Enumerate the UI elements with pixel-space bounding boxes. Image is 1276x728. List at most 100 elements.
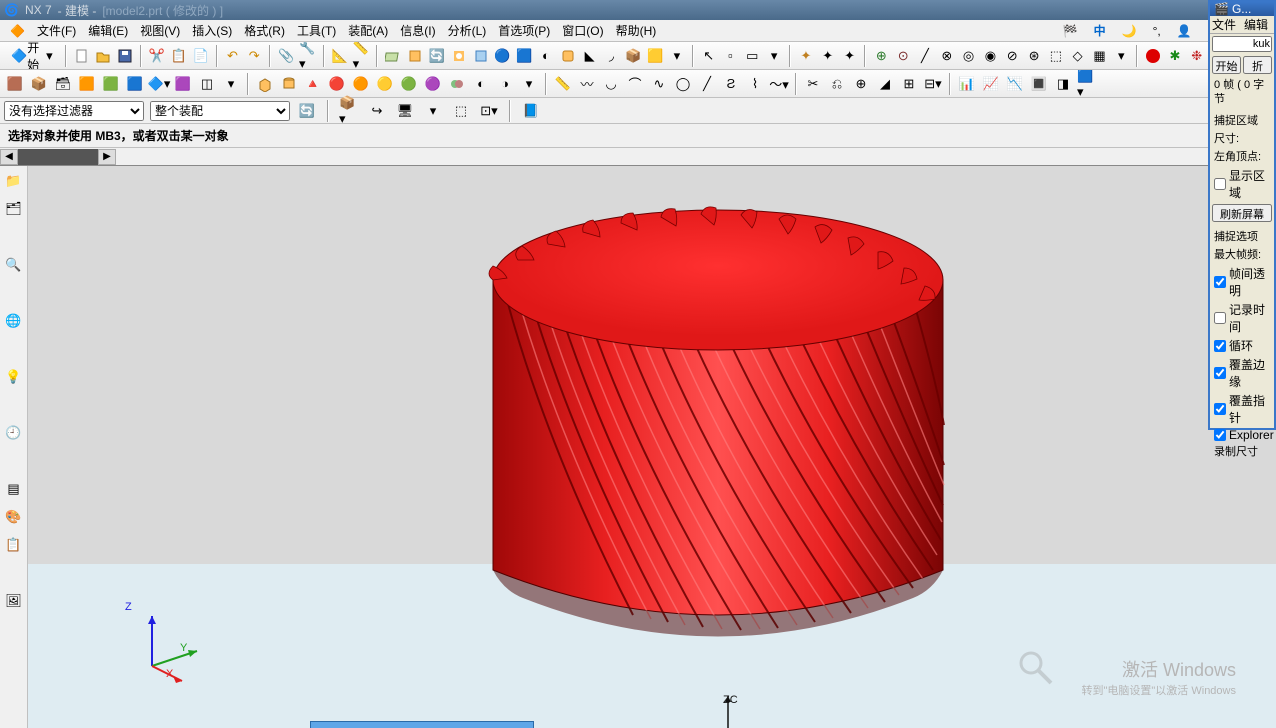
mirror-icon[interactable]: ▾ <box>667 45 687 67</box>
m2-icon[interactable]: 📈 <box>980 73 1002 95</box>
rp-refresh-button[interactable]: 刷新屏幕 <box>1212 204 1272 222</box>
bool2-icon[interactable]: 🟡 <box>374 73 396 95</box>
sel-face-icon[interactable]: ✦ <box>840 45 860 67</box>
feat5-icon[interactable] <box>558 45 578 67</box>
snap12-icon[interactable]: ▾ <box>1111 45 1131 67</box>
op5-icon[interactable]: ⊞ <box>898 73 920 95</box>
filter-select-1[interactable]: 没有选择过滤器 <box>4 101 144 121</box>
op2-icon[interactable]: ⎌ <box>826 73 848 95</box>
active-tab[interactable] <box>18 149 98 165</box>
pick1-icon[interactable]: ↖ <box>699 45 719 67</box>
prim-cube-icon[interactable] <box>254 73 276 95</box>
g2-icon[interactable]: ❉ <box>1187 45 1207 67</box>
asm10-icon[interactable]: ▾ <box>220 73 242 95</box>
paste-icon[interactable]: 📄 <box>191 45 211 67</box>
feat3-icon[interactable]: 🟦 <box>514 45 534 67</box>
rp-chk-edge[interactable] <box>1214 367 1226 379</box>
copy-icon[interactable]: 📋 <box>169 45 189 67</box>
f7-icon[interactable]: ⊡▾ <box>478 100 500 122</box>
menu-insert[interactable]: 插入(S) <box>186 20 238 41</box>
popup-window[interactable]: 📂 圆柱类齿轮二维及三维作图平台... <box>310 721 534 728</box>
feat1-icon[interactable] <box>471 45 491 67</box>
menu-edit[interactable]: 编辑(E) <box>82 20 134 41</box>
snap3-icon[interactable]: ╱ <box>915 45 935 67</box>
g1-icon[interactable]: ✱ <box>1165 45 1185 67</box>
crv7-icon[interactable]: ╱ <box>696 73 718 95</box>
snap11-icon[interactable]: ▦ <box>1090 45 1110 67</box>
nav-part-icon[interactable]: 📁 <box>3 170 25 192</box>
asm9-icon[interactable]: ◫ <box>196 73 218 95</box>
bool5-icon[interactable] <box>446 73 468 95</box>
nav-render-icon[interactable]: 🖼 <box>3 590 25 612</box>
menu-analyze[interactable]: 分析(L) <box>442 20 493 41</box>
nav-tool1-icon[interactable]: 🔍 <box>3 254 25 276</box>
rp-fold-button[interactable]: 折 <box>1243 56 1272 74</box>
nav-light-icon[interactable]: 💡 <box>3 366 25 388</box>
snap1-icon[interactable]: ⊕ <box>871 45 891 67</box>
nav-history-icon[interactable]: 🕘 <box>3 422 25 444</box>
prim-sphere-icon[interactable]: 🔴 <box>326 73 348 95</box>
capture-panel-title[interactable]: 🎬 G... <box>1210 2 1274 16</box>
f6-icon[interactable]: ⬚ <box>450 100 472 122</box>
rp-input[interactable] <box>1212 36 1272 52</box>
m4-icon[interactable]: 🔳 <box>1028 73 1050 95</box>
crv1-icon[interactable]: 📏 <box>552 73 574 95</box>
m5-icon[interactable]: ◨ <box>1052 73 1074 95</box>
bool3-icon[interactable]: 🟢 <box>398 73 420 95</box>
menu-view[interactable]: 视图(V) <box>134 20 186 41</box>
sel-pt-icon[interactable]: ✦ <box>796 45 816 67</box>
nav-color-icon[interactable]: 🎨 <box>3 506 25 528</box>
feat4-icon[interactable]: ◐ <box>536 45 556 67</box>
snap7-icon[interactable]: ⊘ <box>1002 45 1022 67</box>
snap10-icon[interactable]: ◇ <box>1068 45 1088 67</box>
draft-icon[interactable]: 📦 <box>623 45 643 67</box>
crv2-icon[interactable]: 〰 <box>576 73 598 95</box>
op1-icon[interactable]: ✂ <box>802 73 824 95</box>
pick3-icon[interactable]: ▭ <box>742 45 762 67</box>
f8-icon[interactable]: 📘 <box>520 100 542 122</box>
asm8-icon[interactable]: 🟪 <box>172 73 194 95</box>
op4-icon[interactable]: ◢ <box>874 73 896 95</box>
f5-icon[interactable]: ▾ <box>422 100 444 122</box>
m6-icon[interactable]: 🟦▾ <box>1076 73 1098 95</box>
snap2-icon[interactable]: ⊙ <box>893 45 913 67</box>
save-icon[interactable] <box>115 45 135 67</box>
menu-window[interactable]: 窗口(O) <box>556 20 609 41</box>
menu-info[interactable]: 信息(I) <box>394 20 441 41</box>
rp-chk-frame[interactable] <box>1214 276 1226 288</box>
chamfer-icon[interactable]: ◣ <box>580 45 600 67</box>
hole-icon[interactable] <box>449 45 469 67</box>
sel-curve-icon[interactable]: ✦ <box>818 45 838 67</box>
revolve-icon[interactable]: 🔄 <box>427 45 447 67</box>
cmd2-icon[interactable]: 🔧▾ <box>298 45 318 67</box>
menu-tool[interactable]: 工具(T) <box>291 20 342 41</box>
rp-menu-file[interactable]: 文件 <box>1212 16 1236 33</box>
bool6-icon[interactable]: ◐ <box>470 73 492 95</box>
cmd1-icon[interactable]: 📎 <box>276 45 296 67</box>
rp-chk-loop[interactable] <box>1214 340 1226 352</box>
redo-icon[interactable]: ↷ <box>244 45 264 67</box>
tab-scroll-right[interactable]: ▶ <box>98 149 116 165</box>
snap8-icon[interactable]: ⊛ <box>1024 45 1044 67</box>
asm1-icon[interactable]: 🟫 <box>4 73 26 95</box>
crv3-icon[interactable]: ◡ <box>600 73 622 95</box>
rp-start-button[interactable]: 开始 <box>1212 56 1241 74</box>
asm2-icon[interactable]: 📦 <box>28 73 50 95</box>
asm5-icon[interactable]: 🟩 <box>100 73 122 95</box>
snap4-icon[interactable]: ⊗ <box>937 45 957 67</box>
crv4-icon[interactable]: ⌒ <box>624 73 646 95</box>
nav-mat-icon[interactable]: 📋 <box>3 534 25 556</box>
crv5-icon[interactable]: ∿ <box>648 73 670 95</box>
pick4-icon[interactable]: ▾ <box>764 45 784 67</box>
tab-scroll-left[interactable]: ◀ <box>0 149 18 165</box>
f4-icon[interactable]: 🖥 <box>394 100 416 122</box>
sketch-icon[interactable]: 📐 <box>330 45 350 67</box>
op6-icon[interactable]: ⊟▾ <box>922 73 944 95</box>
rp-chk-record[interactable] <box>1214 312 1226 324</box>
open-icon[interactable] <box>93 45 113 67</box>
menu-format[interactable]: 格式(R) <box>238 20 291 41</box>
capture-panel[interactable]: 🎬 G... 文件 编辑 开始 折 0 帧 ( 0 字节 捕捉区域 尺寸: 左角… <box>1208 0 1276 430</box>
rp-menu-edit[interactable]: 编辑 <box>1244 16 1268 33</box>
fillet-icon[interactable]: ◞ <box>602 45 622 67</box>
ime-degree-icon[interactable]: °, <box>1147 22 1167 40</box>
